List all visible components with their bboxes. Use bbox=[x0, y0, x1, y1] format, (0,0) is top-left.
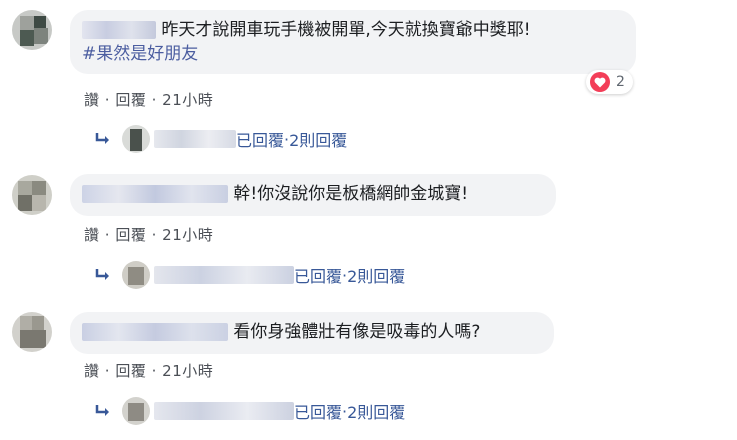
heart-icon bbox=[590, 72, 610, 92]
commenter-name[interactable] bbox=[82, 185, 228, 203]
comment-text: 昨天才說開車玩手機被開單,今天就換寶爺中獎耶! bbox=[161, 20, 531, 40]
reaction-count: 2 bbox=[616, 74, 625, 90]
hashtag-link[interactable]: #果然是好朋友 bbox=[82, 44, 198, 64]
reaction-summary[interactable]: 2 bbox=[586, 70, 633, 94]
reply-link[interactable]: 回覆 bbox=[115, 91, 146, 109]
replier-name bbox=[154, 266, 294, 284]
view-replies-link[interactable]: 已回覆 · 2則回覆 bbox=[94, 125, 347, 153]
like-link[interactable]: 讚 bbox=[84, 91, 100, 109]
replied-label: 已回覆 bbox=[294, 267, 343, 286]
avatar bbox=[122, 261, 150, 289]
reply-count: 2則回覆 bbox=[347, 403, 406, 422]
reply-arrow-icon bbox=[95, 405, 109, 416]
comment-bubble: 幹!你沒說你是板橋網帥金城寶! bbox=[70, 174, 556, 216]
avatar[interactable] bbox=[12, 312, 52, 352]
separator: · bbox=[99, 362, 116, 380]
reply-count: 2則回覆 bbox=[289, 131, 348, 150]
separator: · bbox=[146, 362, 163, 380]
avatar[interactable] bbox=[12, 10, 52, 50]
comment-actions: 讚 · 回覆 · 21小時 bbox=[84, 224, 213, 245]
view-replies-link[interactable]: 已回覆 · 2則回覆 bbox=[94, 397, 405, 425]
comment-actions: 讚 · 回覆 · 21小時 bbox=[84, 360, 213, 381]
comment-bubble: 昨天才說開車玩手機被開單,今天就換寶爺中獎耶! #果然是好朋友 bbox=[70, 10, 636, 74]
reply-link[interactable]: 回覆 bbox=[115, 362, 146, 380]
comment-bubble: 看你身強體壯有像是吸毒的人嗎? bbox=[70, 312, 554, 354]
separator: · bbox=[99, 226, 116, 244]
timestamp[interactable]: 21小時 bbox=[162, 226, 213, 244]
avatar[interactable] bbox=[12, 175, 52, 215]
replier-name bbox=[154, 402, 294, 420]
comment-actions: 讚 · 回覆 · 21小時 bbox=[84, 89, 213, 110]
replier-name bbox=[154, 130, 236, 148]
comment-text: 幹!你沒說你是板橋網帥金城寶! bbox=[233, 184, 469, 204]
separator: · bbox=[146, 226, 163, 244]
reply-arrow-icon bbox=[95, 133, 109, 144]
reply-arrow-icon bbox=[95, 269, 109, 280]
replied-label: 已回覆 bbox=[236, 131, 285, 150]
timestamp[interactable]: 21小時 bbox=[162, 91, 213, 109]
separator: · bbox=[146, 91, 163, 109]
reply-count: 2則回覆 bbox=[347, 267, 406, 286]
timestamp[interactable]: 21小時 bbox=[162, 362, 213, 380]
view-replies-link[interactable]: 已回覆 · 2則回覆 bbox=[94, 261, 405, 289]
replied-label: 已回覆 bbox=[294, 403, 343, 422]
commenter-name[interactable] bbox=[82, 21, 156, 39]
like-link[interactable]: 讚 bbox=[84, 362, 100, 380]
commenter-name[interactable] bbox=[82, 323, 228, 341]
reply-link[interactable]: 回覆 bbox=[115, 226, 146, 244]
like-link[interactable]: 讚 bbox=[84, 226, 100, 244]
avatar bbox=[122, 397, 150, 425]
comment-text: 看你身強體壯有像是吸毒的人嗎? bbox=[233, 322, 481, 342]
avatar bbox=[122, 125, 150, 153]
separator: · bbox=[99, 91, 116, 109]
